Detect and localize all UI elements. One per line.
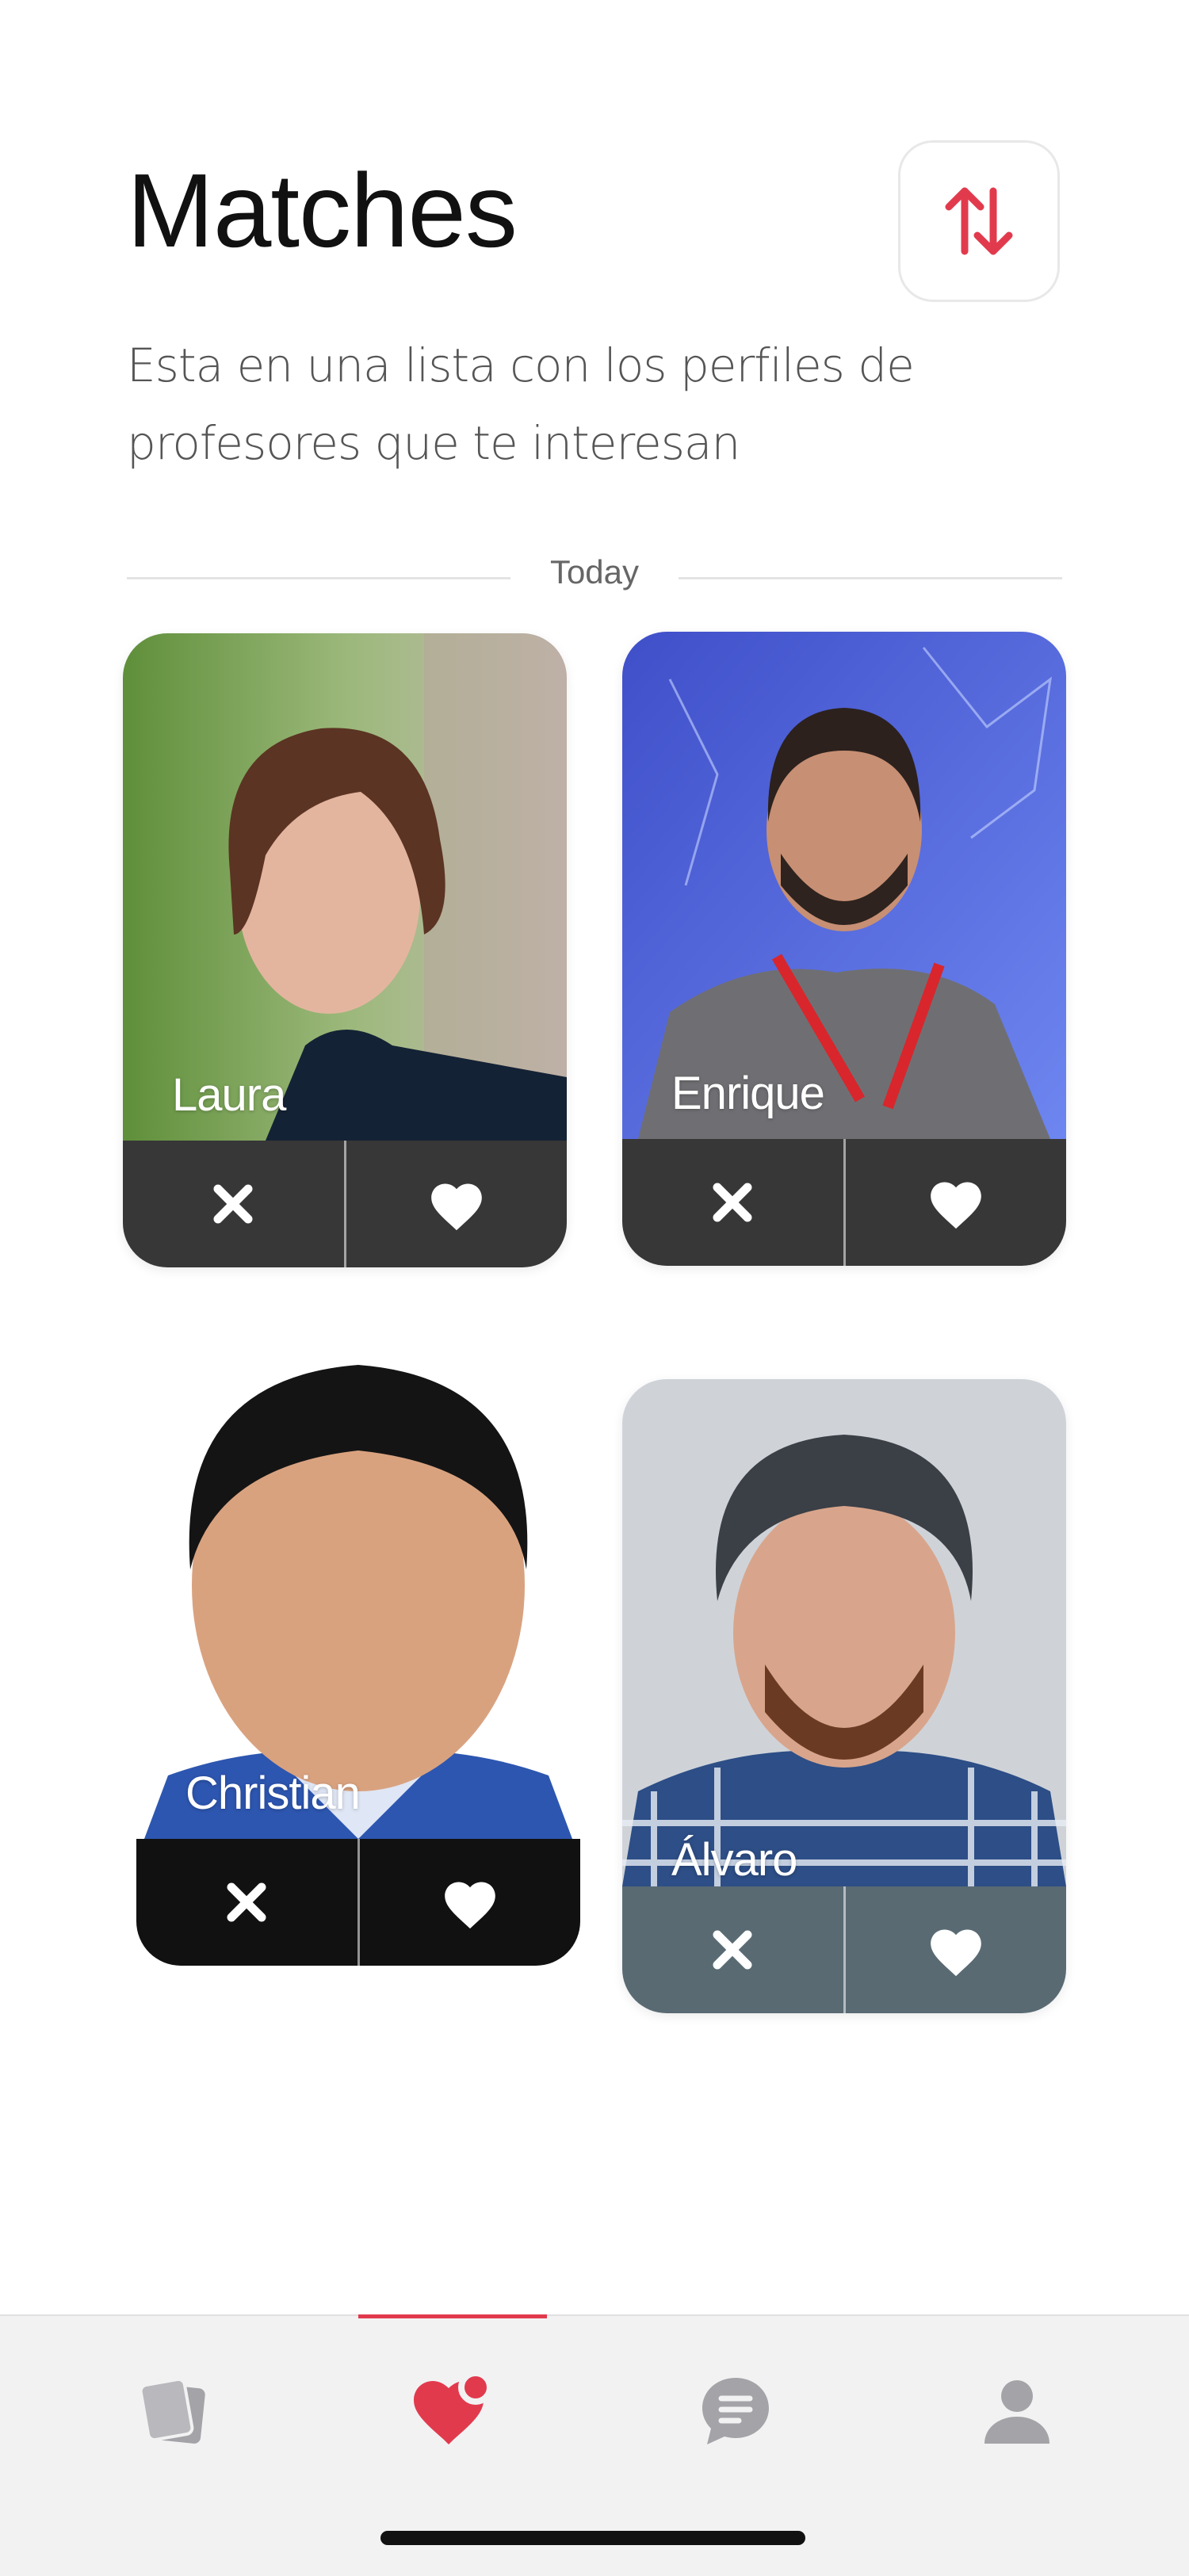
reject-button[interactable] xyxy=(123,1141,344,1267)
close-icon xyxy=(713,1930,752,1970)
match-card[interactable]: Enrique xyxy=(622,632,1066,1266)
profile-photo[interactable] xyxy=(622,1379,1066,1886)
tab-profile[interactable] xyxy=(962,2364,1072,2459)
heart-icon xyxy=(930,1182,981,1229)
close-icon xyxy=(713,1183,752,1222)
profile-photo[interactable] xyxy=(136,1332,580,1839)
like-button[interactable] xyxy=(846,1139,1067,1266)
card-actions xyxy=(622,1886,1066,2013)
divider-left xyxy=(127,577,510,579)
card-actions xyxy=(123,1141,567,1267)
like-button[interactable] xyxy=(346,1141,568,1267)
sort-arrows-icon xyxy=(945,187,1013,255)
match-card[interactable]: Laura xyxy=(123,633,567,1267)
reject-button[interactable] xyxy=(622,1886,843,2013)
match-card[interactable]: Álvaro xyxy=(622,1379,1066,2013)
card-actions xyxy=(136,1839,580,1966)
cards-icon xyxy=(139,2377,205,2444)
page-title: Matches xyxy=(127,152,518,269)
close-icon xyxy=(227,1882,266,1922)
close-icon xyxy=(213,1184,253,1224)
match-card[interactable]: Christian xyxy=(136,1332,580,1966)
match-name: Christian xyxy=(185,1768,361,1819)
sort-button[interactable] xyxy=(898,140,1060,302)
reject-button[interactable] xyxy=(136,1839,357,1966)
chat-icon xyxy=(702,2378,769,2444)
profile-photo[interactable] xyxy=(622,632,1066,1139)
page-subtitle: Esta en una lista con los perfiles de pr… xyxy=(127,338,915,470)
tab-matches[interactable] xyxy=(397,2364,508,2459)
heart-icon xyxy=(444,1882,495,1929)
date-section-label: Today xyxy=(549,553,640,590)
tab-chat[interactable] xyxy=(680,2364,791,2459)
reject-button[interactable] xyxy=(622,1139,843,1266)
profile-photo[interactable] xyxy=(123,633,567,1141)
card-actions xyxy=(622,1139,1066,1266)
match-name: Álvaro xyxy=(671,1834,797,1886)
home-indicator xyxy=(380,2531,805,2545)
heart-icon xyxy=(430,1183,482,1231)
heart-notification-icon xyxy=(414,2372,493,2444)
profile-icon xyxy=(984,2380,1049,2444)
divider-right xyxy=(679,577,1062,579)
tab-cards[interactable] xyxy=(117,2364,228,2459)
match-name: Laura xyxy=(172,1069,286,1121)
like-button[interactable] xyxy=(360,1839,581,1966)
heart-icon xyxy=(930,1929,981,1977)
match-name: Enrique xyxy=(671,1068,825,1119)
like-button[interactable] xyxy=(846,1886,1067,2013)
active-tab-indicator xyxy=(358,2314,547,2318)
